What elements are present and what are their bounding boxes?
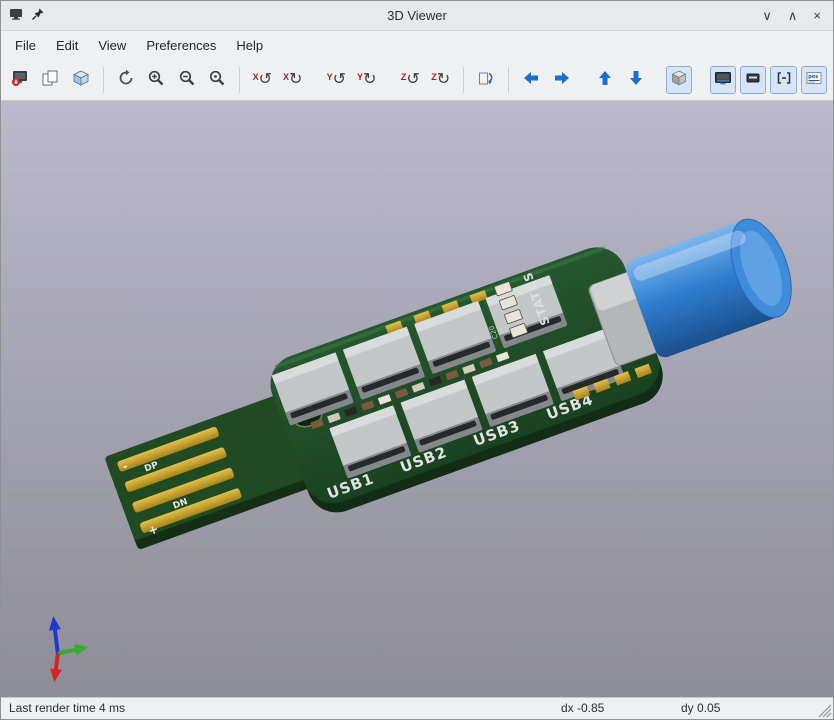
pin-icon[interactable] [31,7,45,24]
pan-left-button[interactable] [518,66,544,94]
viewport-3d[interactable]: - DP DN + USB1 USB2 USB3 USB4 C20 STATUS [1,101,833,697]
export-image-icon [11,69,29,90]
zoom-in-icon [147,69,165,90]
rotate-y-cw-button[interactable]: Y ↻ [354,66,380,94]
orthographic-projection-button[interactable] [666,65,693,94]
realistic-render-toggle-button[interactable] [709,65,737,94]
render-engine-cube-button[interactable] [68,66,94,94]
pan-down-button[interactable] [622,66,648,94]
window-title: 3D Viewer [387,8,447,23]
maximize-button[interactable]: ∧ [788,9,798,22]
menu-file[interactable]: File [5,34,46,57]
arrow-up-icon [596,69,614,90]
rotate-z-cw-button[interactable]: Z ↻ [428,66,454,94]
flip-board-button[interactable] [473,66,499,94]
rotate-x-cw-icon: X ↻ [282,70,303,88]
rotate-x-ccw-button[interactable]: X ↺ [249,66,275,94]
rotate-z-ccw-button[interactable]: Z ↺ [397,66,423,94]
close-button[interactable]: × [813,9,821,22]
svg-text:pos: pos [808,74,818,80]
rotate-x-ccw-icon: X ↺ [252,70,273,88]
board-body-icon [744,69,762,90]
position-overlay-icon: pos [805,69,823,90]
rotate-z-cw-icon: Z ↻ [431,70,451,88]
status-bar: Last render time 4 ms dx -0.85 dy 0.05 [1,697,833,719]
dy-readout: dy 0.05 [681,701,721,715]
copy-image-button[interactable] [37,66,63,94]
toolbar: X ↺ X ↻ Y ↺ Y ↻ Z ↺ Z ↻ pos [1,59,833,101]
zoom-fit-icon [208,69,226,90]
refresh-icon [117,69,135,90]
flip-board-icon [477,69,495,90]
resize-grip[interactable] [818,704,832,718]
ortho-cube-icon [670,69,688,90]
menu-preferences[interactable]: Preferences [136,34,226,57]
bounding-box-icon [775,69,793,90]
toolbar-separator [462,66,464,93]
menu-view[interactable]: View [88,34,136,57]
minimize-button[interactable]: ∨ [762,9,772,22]
toolbar-separator [102,66,104,93]
rotate-y-ccw-icon: Y ↺ [326,70,347,88]
dx-readout: dx -0.85 [561,701,605,715]
arrow-right-icon [553,69,571,90]
position-overlay-toggle-button[interactable]: pos [800,65,828,94]
rotate-y-ccw-button[interactable]: Y ↺ [323,66,349,94]
zoom-to-fit-button[interactable] [204,66,230,94]
zoom-out-icon [178,69,196,90]
rotate-z-ccw-icon: Z ↺ [400,70,420,88]
menu-edit[interactable]: Edit [46,34,88,57]
toolbar-separator [508,66,510,93]
3d-viewer-window: 3D Viewer ∨ ∧ × File Edit View Preferenc… [0,0,834,720]
render-time-status: Last render time 4 ms [9,701,126,715]
zoom-out-button[interactable] [174,66,200,94]
bounding-box-toggle-button[interactable] [770,65,797,94]
app-icon [9,7,23,24]
pcb-3d-scene: - DP DN + USB1 USB2 USB3 USB4 C20 STATUS [1,101,833,697]
monitor-render-icon [714,69,732,90]
rotate-x-cw-button[interactable]: X ↻ [280,66,306,94]
zoom-in-button[interactable] [143,66,169,94]
menu-bar: File Edit View Preferences Help [1,31,833,59]
arrow-down-icon [627,69,645,90]
redraw-button[interactable] [113,66,139,94]
pan-up-button[interactable] [592,66,618,94]
export-image-button[interactable] [7,66,33,94]
menu-help[interactable]: Help [226,34,273,57]
title-bar[interactable]: 3D Viewer ∨ ∧ × [1,1,833,31]
copy-icon [41,69,59,90]
arrow-left-icon [522,69,540,90]
cube-3d-icon [72,69,90,90]
board-body-toggle-button[interactable] [740,65,767,94]
toolbar-separator [239,66,241,93]
rotate-y-cw-icon: Y ↻ [356,70,377,88]
pan-right-button[interactable] [548,66,574,94]
